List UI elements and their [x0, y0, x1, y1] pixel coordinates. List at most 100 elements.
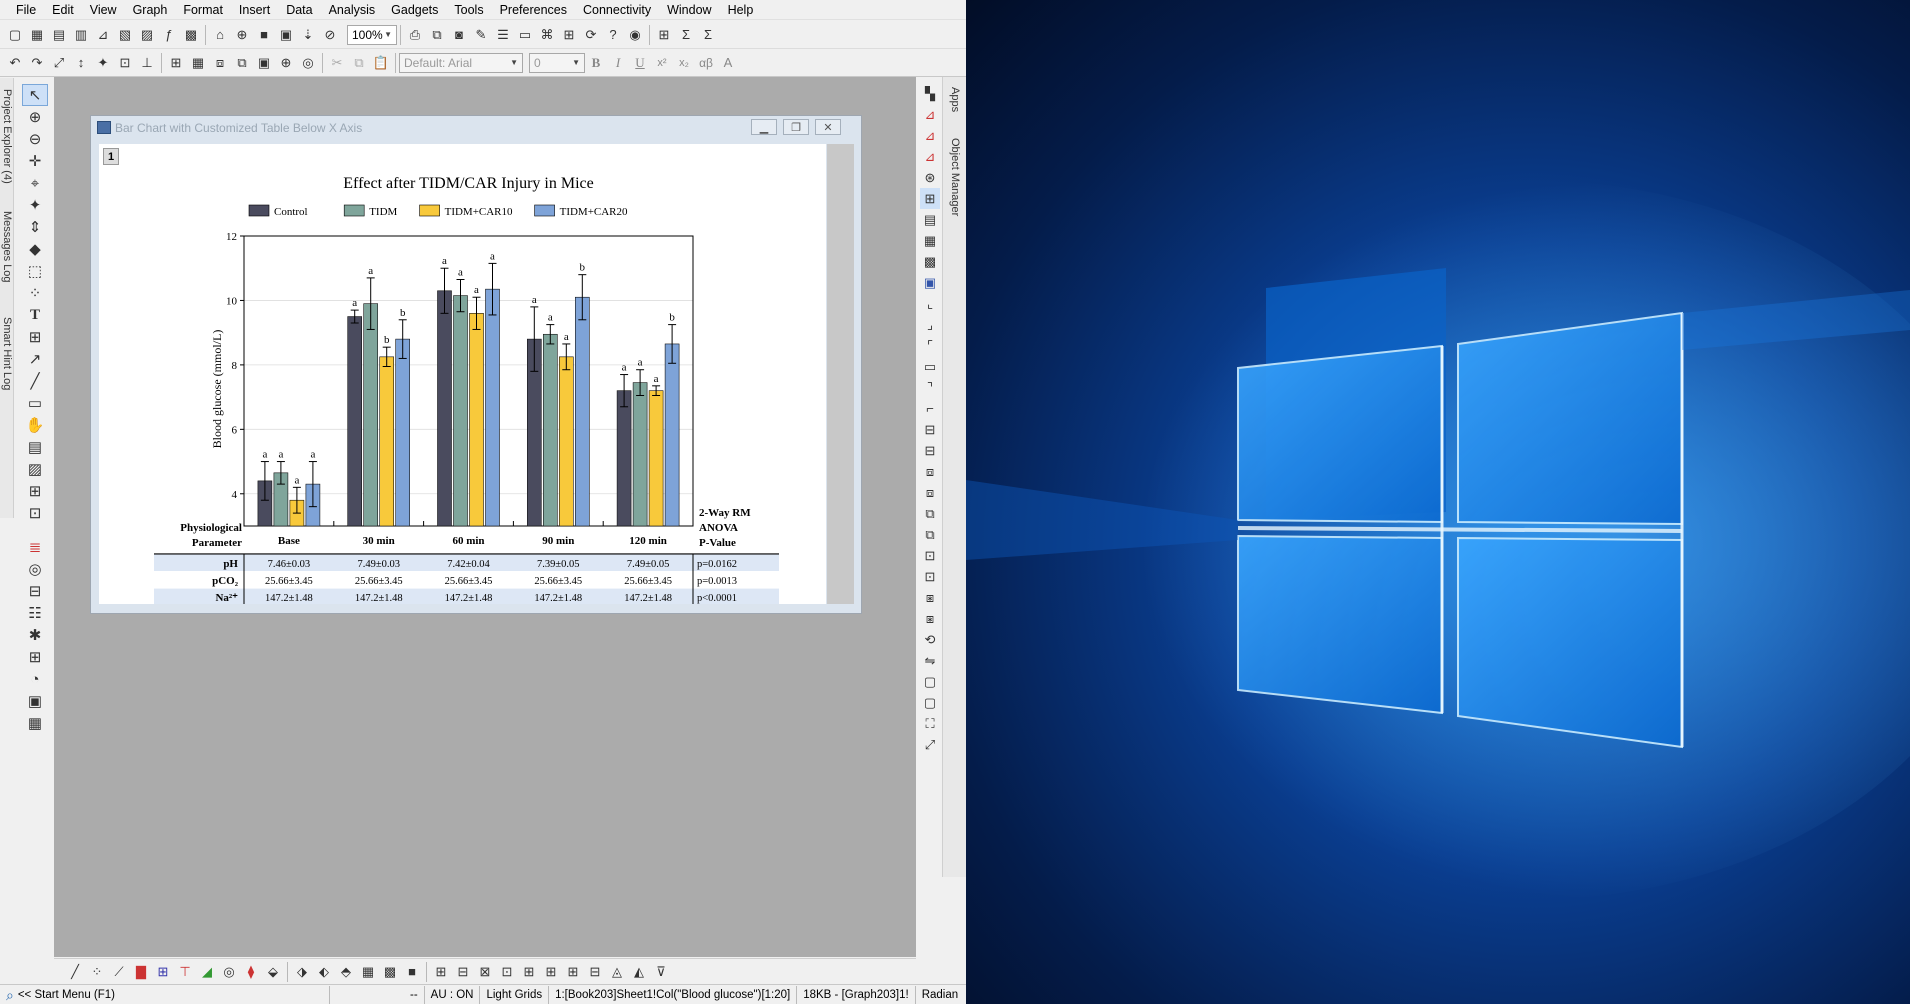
tab-object-manager[interactable]: Object Manager: [948, 127, 962, 227]
add-top-axis-icon[interactable]: ⊿: [920, 125, 940, 146]
menu-analysis[interactable]: Analysis: [321, 0, 384, 20]
rescale-icon[interactable]: ⤢: [48, 52, 70, 74]
scatter-plot-icon[interactable]: ⁘: [86, 961, 108, 983]
minimize-button[interactable]: ▁: [751, 119, 777, 135]
import-icon[interactable]: ⇣: [297, 24, 319, 46]
4-panel-icon[interactable]: ⊞: [540, 961, 562, 983]
superscript-button[interactable]: x²: [651, 52, 673, 74]
graph-stamp-icon[interactable]: ▣: [22, 690, 48, 712]
horizontal-panel-icon[interactable]: ⊞: [518, 961, 540, 983]
start-menu-hint[interactable]: ⌕ << Start Menu (F1): [0, 985, 330, 1004]
layer-icon[interactable]: ▣: [253, 52, 275, 74]
open-template-icon[interactable]: ⊕: [231, 24, 253, 46]
rotate-icon[interactable]: ⟲: [920, 629, 940, 650]
merge-graph-icon[interactable]: ▤: [920, 209, 940, 230]
export-graph-icon[interactable]: ◙: [448, 24, 470, 46]
menu-graph[interactable]: Graph: [125, 0, 176, 20]
refresh-icon[interactable]: ⟳: [580, 24, 602, 46]
save-template-icon[interactable]: ▣: [275, 24, 297, 46]
resize-icon[interactable]: ▢: [920, 692, 940, 713]
copy-icon[interactable]: ⧉: [348, 52, 370, 74]
tab-smart-hint-log[interactable]: Smart Hint Log: [0, 306, 14, 402]
data-selector-icon[interactable]: ⇕: [22, 216, 48, 238]
color-scale-icon[interactable]: ≣: [22, 536, 48, 558]
3d-matrix-icon[interactable]: ■: [401, 961, 423, 983]
paste-icon[interactable]: 📋: [370, 52, 392, 74]
cut-icon[interactable]: ✂: [326, 52, 348, 74]
bubble-scale-icon[interactable]: ◎: [22, 558, 48, 580]
print-icon[interactable]: ⎙: [404, 24, 426, 46]
new-workbook-icon[interactable]: ▦: [26, 24, 48, 46]
camera-icon[interactable]: ◉: [624, 24, 646, 46]
back-icon[interactable]: ⧉: [920, 524, 940, 545]
plot-setup-icon[interactable]: ⊕: [275, 52, 297, 74]
merge-icon[interactable]: ⧉: [231, 52, 253, 74]
smith-chart-icon[interactable]: ⊽: [650, 961, 672, 983]
italic-button[interactable]: I: [607, 52, 629, 74]
hand-icon[interactable]: ✋: [22, 414, 48, 436]
pin-icon[interactable]: ⊥: [136, 52, 158, 74]
graph-window-titlebar[interactable]: Bar Chart with Customized Table Below X …: [91, 116, 861, 139]
inset-icon[interactable]: ⊞: [920, 188, 940, 209]
greek-button[interactable]: αβ: [695, 52, 717, 74]
menu-data[interactable]: Data: [278, 0, 320, 20]
results-log-icon[interactable]: ☰: [492, 24, 514, 46]
9-panel-icon[interactable]: ⊞: [562, 961, 584, 983]
layer-icon-2[interactable]: ⊞: [22, 646, 48, 668]
tab-project-explorer[interactable]: Project Explorer (4): [0, 82, 14, 190]
menu-gadgets[interactable]: Gadgets: [383, 0, 446, 20]
align-top-icon[interactable]: ⌜: [920, 335, 940, 356]
add-column-icon[interactable]: ⊞: [653, 24, 675, 46]
same-height-icon[interactable]: ⧈: [920, 482, 940, 503]
menu-edit[interactable]: Edit: [44, 0, 82, 20]
distribute-v-icon[interactable]: ⊟: [920, 440, 940, 461]
menu-connectivity[interactable]: Connectivity: [575, 0, 659, 20]
zoom-in-icon[interactable]: ⊕: [22, 106, 48, 128]
close-button[interactable]: ✕: [815, 119, 841, 135]
pointer-icon[interactable]: ↖: [22, 84, 48, 106]
box-plot-icon[interactable]: ⊤: [174, 961, 196, 983]
expand-icon[interactable]: ⤢: [920, 734, 940, 755]
layer-table-icon[interactable]: ▦: [187, 52, 209, 74]
bold-button[interactable]: B: [585, 52, 607, 74]
line-plot-icon[interactable]: ╱: [64, 961, 86, 983]
new-project-icon[interactable]: ▢: [4, 24, 26, 46]
line-symbol-icon[interactable]: ⟋: [108, 961, 130, 983]
draw-data-icon[interactable]: ⁘: [22, 282, 48, 304]
financial-plot-icon[interactable]: ⧫: [240, 961, 262, 983]
arrange-layers-icon[interactable]: ▦: [920, 230, 940, 251]
timer-icon[interactable]: ◔: [22, 668, 48, 690]
polar-icon[interactable]: ◭: [628, 961, 650, 983]
add-axis-icon[interactable]: ⊿: [920, 104, 940, 125]
arrange-icon[interactable]: ⧈: [209, 52, 231, 74]
new-layout-icon[interactable]: ▨: [136, 24, 158, 46]
column-plot-icon[interactable]: ▇: [130, 961, 152, 983]
zoom-combo[interactable]: 100% ▼: [347, 24, 397, 45]
menu-window[interactable]: Window: [659, 0, 719, 20]
add-layer-icon[interactable]: ⊛: [920, 167, 940, 188]
arrow-tool-icon[interactable]: ↗: [22, 348, 48, 370]
menu-help[interactable]: Help: [720, 0, 762, 20]
stat-plot-icon[interactable]: ⊞: [152, 961, 174, 983]
3d-grid-icon[interactable]: ▦: [357, 961, 379, 983]
sum-icon[interactable]: Σ: [675, 24, 697, 46]
legend-icon[interactable]: ☷: [22, 602, 48, 624]
graph-vertical-scrollbar[interactable]: [827, 144, 854, 604]
flip-icon[interactable]: ⇋: [920, 650, 940, 671]
rectangle-tool-icon[interactable]: ▭: [22, 392, 48, 414]
mask-icon[interactable]: ◆: [22, 238, 48, 260]
help-icon[interactable]: ?: [602, 24, 624, 46]
screen-reader-icon[interactable]: ⌖: [22, 172, 48, 194]
new-function-icon[interactable]: ƒ: [158, 24, 180, 46]
recalculate-icon[interactable]: ⊘: [319, 24, 341, 46]
insert-graph-icon[interactable]: ▤: [22, 436, 48, 458]
3d-bar-icon[interactable]: ⬖: [313, 961, 335, 983]
tab-messages-log[interactable]: Messages Log: [0, 202, 14, 292]
insert-image-icon[interactable]: ▨: [22, 458, 48, 480]
zoom-out-icon[interactable]: ⊖: [22, 128, 48, 150]
align-bottom-icon[interactable]: ▭: [920, 356, 940, 377]
insert-table-icon[interactable]: ⊞: [22, 480, 48, 502]
stack-icon[interactable]: ⊠: [474, 961, 496, 983]
front-icon[interactable]: ⧉: [920, 503, 940, 524]
add-text-icon[interactable]: ↕: [70, 52, 92, 74]
